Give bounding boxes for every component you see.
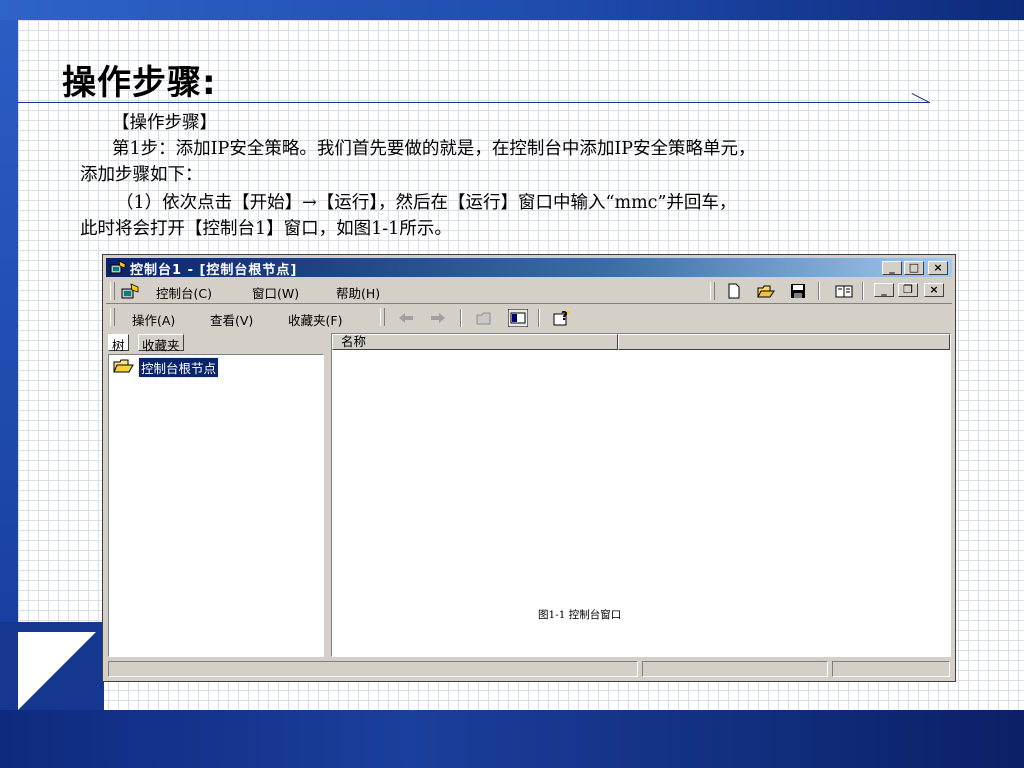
show-console-tree-icon[interactable] (834, 282, 854, 300)
toolbar-separator-2 (862, 282, 864, 300)
window-title: 控制台1 - [控制台根节点] (130, 263, 298, 278)
paragraph-step1-cont: 添加步骤如下： (80, 165, 203, 185)
status-cell-3 (832, 661, 950, 677)
paragraph-substep1-cont: 此时将会打开【控制台1】窗口，如图1-1所示。 (80, 219, 452, 239)
mdi-close-button[interactable]: × (924, 283, 944, 297)
mdi-minimize-button[interactable]: _ (874, 283, 894, 297)
folder-icon (113, 359, 134, 373)
new-file-icon[interactable] (724, 282, 744, 300)
status-cell-1 (108, 661, 638, 677)
paragraph-heading: 【操作步骤】 (112, 113, 217, 133)
menu-console[interactable]: 控制台(C) (156, 283, 212, 302)
actionbar-separator (460, 309, 462, 327)
up-level-icon[interactable] (474, 309, 494, 327)
status-cell-2 (642, 661, 828, 677)
console-app-icon (110, 260, 126, 274)
tab-favorites[interactable]: 收藏夹 (138, 334, 184, 353)
slide-corner-triangle (18, 632, 96, 710)
open-folder-icon[interactable] (756, 282, 776, 300)
show-hide-tree-icon[interactable] (508, 309, 528, 327)
console-menu-icon (121, 283, 139, 299)
actionbar-grip[interactable] (110, 308, 115, 326)
forward-arrow-icon[interactable] (428, 309, 448, 327)
slide-bottom-band (0, 710, 1024, 768)
toolbar-separator (818, 282, 820, 300)
menu-bar: 控制台(C) 窗口(W) 帮助(H) _ ❐ × (106, 279, 952, 304)
column-header-empty[interactable] (618, 334, 950, 350)
close-button[interactable]: × (928, 261, 948, 275)
paragraph-substep1: （1）依次点击【开始】→【运行】，然后在【运行】窗口中输入“mmc”并回车， (116, 193, 737, 213)
menu-view[interactable]: 查看(V) (210, 310, 253, 329)
save-icon[interactable] (788, 282, 808, 300)
scope-tree-pane: 控制台根节点 (108, 354, 324, 657)
tree-root-label[interactable]: 控制台根节点 (137, 357, 220, 378)
window-title-bar[interactable]: 控制台1 - [控制台根节点] _ □ × (106, 258, 952, 278)
list-header: 名称 (332, 334, 950, 350)
slide-top-band (0, 0, 1024, 20)
slide-title: 操作步骤: (62, 63, 217, 103)
action-bar: 操作(A) 查看(V) 收藏夹(F) ? (106, 305, 952, 331)
menu-favorites[interactable]: 收藏夹(F) (288, 310, 342, 329)
tab-tree[interactable]: 树 (108, 334, 129, 353)
console-window: 控制台1 - [控制台根节点] _ □ × 控制台(C) 窗口(W) 帮助(H) (102, 254, 956, 682)
scope-pane-tabs: 树 收藏夹 (106, 333, 326, 353)
figure-caption: 图1-1 控制台窗口 (538, 609, 622, 621)
column-header-name[interactable]: 名称 (332, 334, 618, 350)
toolbar-grip[interactable] (110, 282, 115, 300)
actionbar-grip-2[interactable] (380, 308, 385, 326)
minimize-button[interactable]: _ (882, 261, 902, 275)
paragraph-step1: 第1步：添加IP安全策略。我们首先要做的就是，在控制台中添加IP安全策略单元， (112, 139, 756, 159)
menu-action[interactable]: 操作(A) (132, 310, 175, 329)
menu-help[interactable]: 帮助(H) (336, 283, 380, 302)
status-bar (106, 659, 952, 679)
help-icon[interactable]: ? (552, 309, 572, 327)
back-arrow-icon[interactable] (396, 309, 416, 327)
result-list-pane: 名称 图1-1 控制台窗口 (331, 333, 951, 657)
actionbar-separator-2 (538, 309, 540, 327)
toolbar-grip-right[interactable] (710, 282, 715, 300)
maximize-button[interactable]: □ (904, 261, 924, 275)
menu-window[interactable]: 窗口(W) (252, 283, 299, 302)
mdi-restore-button[interactable]: ❐ (898, 283, 918, 297)
